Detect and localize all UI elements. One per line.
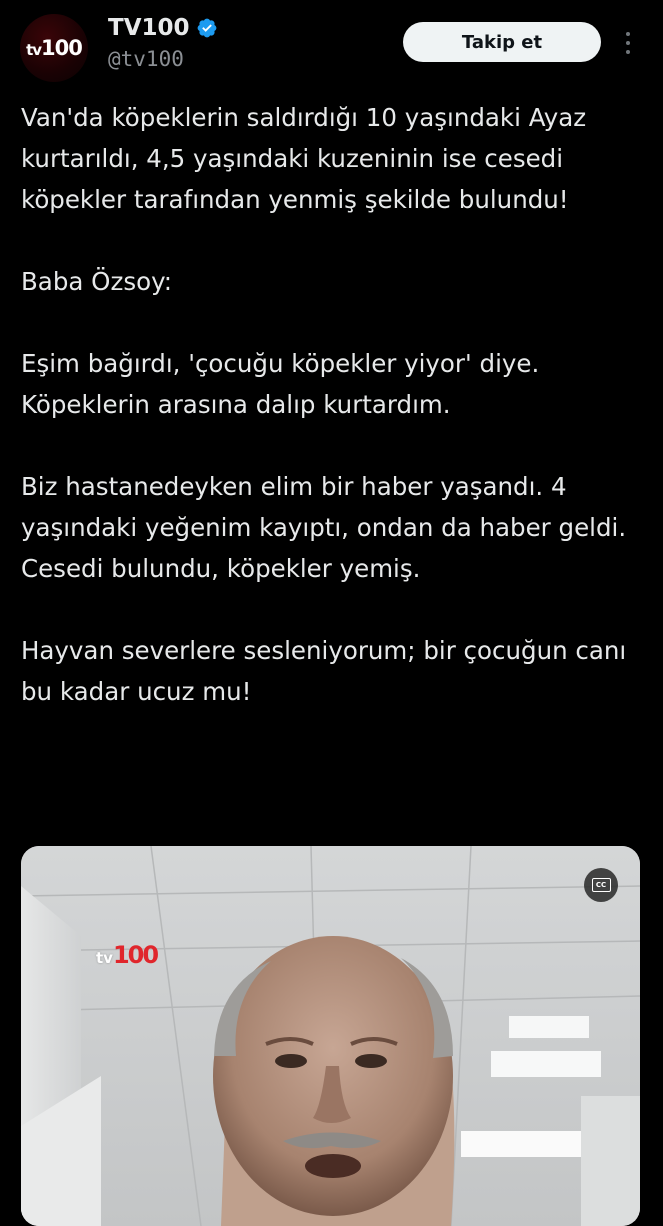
tweet-paragraph: Hayvan severlere sesleniyorum; bir çocuğ…	[21, 636, 627, 706]
left-eye	[275, 1054, 307, 1068]
avatar[interactable]: tv 100	[20, 14, 88, 82]
video-watermark: tv 100	[96, 941, 159, 969]
tweet-paragraph: Baba Özsoy:	[21, 267, 173, 296]
video-player[interactable]: tv 100 CC	[21, 846, 640, 1226]
more-dot	[626, 32, 630, 36]
author-handle[interactable]: @tv100	[108, 46, 218, 72]
author-info: TV100 @tv100	[108, 14, 218, 72]
follow-button[interactable]: Takip et	[403, 22, 601, 62]
ceiling-light	[509, 1016, 589, 1038]
watermark-prefix: tv	[96, 949, 113, 967]
tv100-logo: tv 100	[26, 36, 83, 60]
more-options-icon[interactable]	[620, 28, 636, 58]
logo-number: 100	[41, 36, 83, 60]
right-wall	[581, 1096, 640, 1226]
video-frame	[21, 846, 640, 1226]
logo-prefix: tv	[26, 41, 42, 59]
verified-badge-icon	[197, 18, 216, 38]
cc-label: CC	[591, 878, 611, 892]
ceiling-light	[491, 1051, 601, 1077]
more-dot	[626, 41, 630, 45]
tweet-header: tv 100 TV100 @tv100 Takip et	[0, 0, 663, 90]
tweet-paragraph: Van'da köpeklerin saldırdığı 10 yaşındak…	[21, 103, 587, 214]
tweet-text: Van'da köpeklerin saldırdığı 10 yaşındak…	[21, 97, 646, 712]
tweet-paragraph: Eşim bağırdı, 'çocuğu köpekler yiyor' di…	[21, 349, 540, 419]
author-display-name[interactable]: TV100	[108, 14, 190, 42]
right-eye	[355, 1054, 387, 1068]
tweet-paragraph: Biz hastanedeyken elim bir haber yaşandı…	[21, 472, 627, 583]
author-name-row[interactable]: TV100	[108, 14, 218, 42]
closed-captions-icon[interactable]: CC	[584, 868, 618, 902]
mouth	[305, 1154, 361, 1178]
ceiling-light	[461, 1131, 596, 1157]
more-dot	[626, 50, 630, 54]
watermark-number: 100	[112, 941, 159, 969]
